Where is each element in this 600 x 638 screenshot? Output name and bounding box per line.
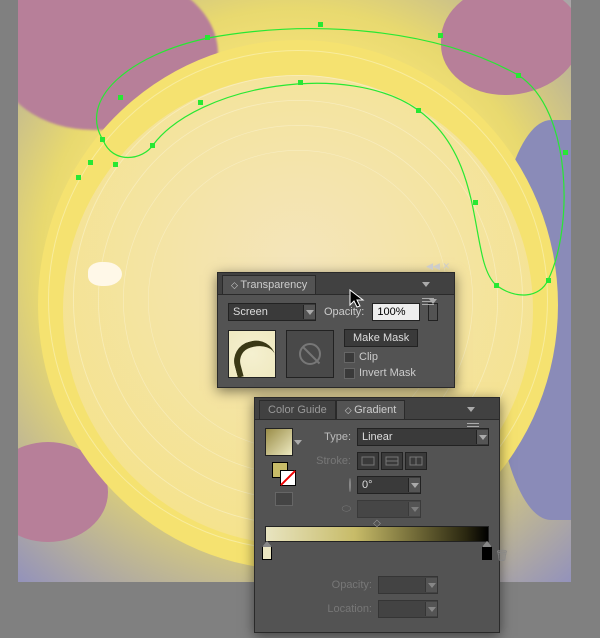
type-value: Linear <box>362 431 476 443</box>
stroke-within-button[interactable] <box>357 452 379 470</box>
angle-input[interactable]: 0° <box>357 476 421 494</box>
chevron-down-icon <box>408 478 420 492</box>
stop-opacity-input[interactable] <box>378 576 438 594</box>
gradient-ramp[interactable]: ◇ 🗑 <box>265 526 489 566</box>
panel-menu-icon[interactable] <box>422 278 434 288</box>
gradient-midpoint-icon[interactable]: ◇ <box>373 518 381 529</box>
stroke-along-button[interactable] <box>381 452 403 470</box>
tab-color-guide[interactable]: Color Guide <box>259 400 336 419</box>
angle-icon-wrap <box>311 479 351 491</box>
gradient-stop-left[interactable] <box>262 546 272 560</box>
make-mask-button[interactable]: Make Mask <box>344 329 418 347</box>
gradient-panel[interactable]: Color Guide ◇ Gradient Type: <box>254 397 500 633</box>
aspect-ratio-input <box>357 500 421 518</box>
stroke-label: Stroke: <box>311 455 351 467</box>
gradient-type-dropdown[interactable]: Linear <box>357 428 489 446</box>
opacity-label: Opacity: <box>324 306 364 318</box>
type-label: Type: <box>311 431 351 443</box>
gradient-preview-swatch[interactable] <box>265 428 293 456</box>
no-mask-icon <box>299 343 321 365</box>
white-blob <box>88 262 122 286</box>
reverse-gradient-icon[interactable] <box>275 492 293 506</box>
invert-mask-checkbox[interactable] <box>344 368 355 379</box>
angle-value: 0° <box>362 479 408 491</box>
invert-mask-label: Invert Mask <box>359 367 416 379</box>
tab-gradient[interactable]: ◇ Gradient <box>336 400 406 419</box>
chevron-down-icon <box>476 430 488 444</box>
opacity-input[interactable] <box>372 303 420 321</box>
tab-label: Gradient <box>354 404 396 416</box>
panel-collapse-icon[interactable]: ◀◀ ✕ <box>426 261 450 272</box>
opacity-stepper[interactable] <box>428 303 438 321</box>
delete-stop-icon[interactable]: 🗑 <box>495 549 509 562</box>
mask-thumbnail[interactable] <box>286 330 334 378</box>
stroke-across-button[interactable] <box>405 452 427 470</box>
stroke-swatch[interactable] <box>280 470 296 486</box>
stop-location-label: Location: <box>316 603 372 615</box>
blend-mode-dropdown[interactable]: Screen <box>228 303 316 321</box>
bg-shape <box>441 0 571 95</box>
chevron-down-icon <box>303 305 315 319</box>
panel-menu-icon[interactable] <box>467 403 479 413</box>
clip-checkbox[interactable] <box>344 352 355 363</box>
angle-icon <box>349 478 351 492</box>
stop-opacity-label: Opacity: <box>316 579 372 591</box>
fill-stroke-swatch[interactable] <box>272 462 296 486</box>
aspect-icon: ⬭ <box>311 503 351 516</box>
gradient-stop-right[interactable] <box>482 546 492 560</box>
transparency-thumbnail[interactable] <box>228 330 276 378</box>
panel-tabbar: ◇ Transparency <box>218 273 454 295</box>
panel-tabbar: Color Guide ◇ Gradient <box>255 398 499 420</box>
transparency-panel[interactable]: ◀◀ ✕ ◇ Transparency Screen Opacity: Make… <box>217 272 455 388</box>
clip-label: Clip <box>359 351 378 363</box>
gradient-preset-dropdown[interactable] <box>293 428 303 456</box>
tab-label: Transparency <box>240 279 307 291</box>
stop-location-input[interactable] <box>378 600 438 618</box>
tab-transparency[interactable]: ◇ Transparency <box>222 275 316 294</box>
blend-mode-value: Screen <box>233 306 303 318</box>
